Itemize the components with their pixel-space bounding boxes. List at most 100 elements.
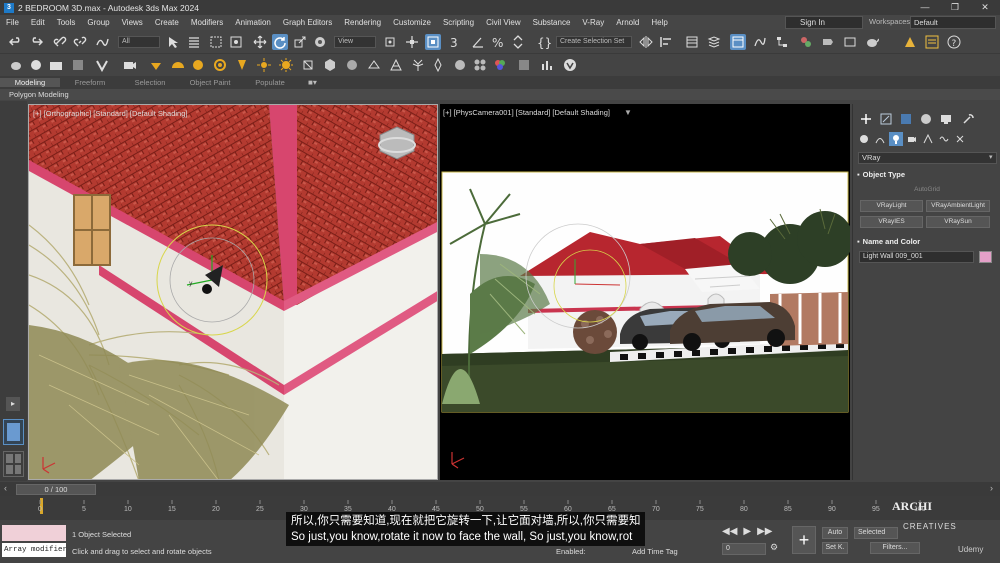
sky-icon[interactable] — [278, 57, 294, 73]
workspaces-select[interactable]: Default — [910, 16, 996, 29]
lights-icon[interactable] — [889, 132, 903, 146]
link-icon[interactable] — [52, 34, 68, 50]
time-slider-prev-icon[interactable]: ‹ — [4, 483, 7, 493]
redo-icon[interactable] — [28, 34, 44, 50]
bind-space-warp-icon[interactable] — [94, 34, 110, 50]
keyboard-shortcut-override-icon[interactable] — [425, 34, 441, 50]
schematic-view-icon[interactable] — [774, 34, 790, 50]
vray-toolbar-icon[interactable] — [902, 34, 918, 50]
selection-filter-dropdown[interactable]: All — [118, 36, 160, 48]
vray-mesh-icon[interactable] — [322, 57, 338, 73]
play-icon[interactable]: ▶ — [743, 526, 751, 537]
rendered-frame-window-icon[interactable] — [842, 34, 858, 50]
physical-camera-icon[interactable] — [122, 57, 138, 73]
autogrid-checkbox[interactable]: AutoGrid — [899, 184, 955, 196]
spinner-snap-icon[interactable] — [510, 34, 526, 50]
move-icon[interactable] — [252, 34, 268, 50]
scene-explorer-icon[interactable] — [684, 34, 700, 50]
vraylight-button[interactable]: VRayLight — [860, 200, 923, 212]
mirror-icon[interactable] — [638, 34, 654, 50]
time-slider-next-icon[interactable]: › — [990, 483, 993, 493]
polygon-modeling-label[interactable]: Polygon Modeling — [0, 90, 69, 99]
next-frame-icon[interactable]: ▶▶ — [757, 526, 772, 537]
display-tab-icon[interactable] — [939, 112, 953, 126]
tab-object-paint[interactable]: Object Paint — [180, 78, 240, 87]
scale-icon[interactable] — [292, 34, 308, 50]
layout-two-views-icon[interactable] — [3, 419, 24, 445]
vray-decal-icon[interactable] — [430, 57, 446, 73]
minimize-button[interactable]: — — [910, 0, 940, 15]
menu-group[interactable]: Group — [81, 18, 115, 27]
sun-icon[interactable] — [256, 57, 272, 73]
menu-help[interactable]: Help — [645, 18, 673, 27]
add-time-tag[interactable]: Add Time Tag — [632, 547, 678, 556]
utilities-tab-icon[interactable] — [961, 112, 975, 126]
create-tab-icon[interactable] — [859, 112, 873, 126]
reference-coordinate-dropdown[interactable]: View — [334, 36, 376, 48]
select-object-icon[interactable] — [165, 34, 181, 50]
time-slider[interactable]: ‹ 0 / 100 › — [0, 482, 1000, 496]
time-slider-handle[interactable]: 0 / 100 — [16, 484, 96, 495]
select-by-name-icon[interactable] — [186, 34, 202, 50]
menu-file[interactable]: File — [0, 18, 25, 27]
menu-customize[interactable]: Customize — [387, 18, 437, 27]
vray-clipper-icon[interactable] — [388, 57, 404, 73]
modify-tab-icon[interactable] — [879, 112, 893, 126]
time-config-icon[interactable]: ⚙ — [770, 542, 778, 553]
material-editor-icon[interactable] — [798, 34, 814, 50]
percent-snap-icon[interactable]: % — [490, 34, 506, 50]
create-selection-set-dropdown[interactable]: Create Selection Set — [556, 36, 632, 48]
vray-color-icon[interactable] — [492, 57, 508, 73]
frame-buffer-icon[interactable] — [70, 57, 86, 73]
dome-light-icon[interactable] — [170, 57, 186, 73]
sphere-light-icon[interactable] — [190, 57, 206, 73]
hierarchy-tab-icon[interactable] — [899, 112, 913, 126]
rectangle-selection-icon[interactable] — [208, 34, 224, 50]
render-setup-icon[interactable] — [820, 34, 836, 50]
menu-create[interactable]: Create — [149, 18, 185, 27]
help-icon[interactable]: ? — [946, 34, 962, 50]
cameras-icon[interactable] — [905, 132, 919, 146]
align-icon[interactable] — [658, 34, 674, 50]
rotate-icon[interactable] — [272, 34, 288, 50]
object-name-field[interactable]: Light Wall 009_001 — [859, 251, 974, 263]
vray-settings-icon[interactable] — [94, 57, 110, 73]
helpers-icon[interactable] — [921, 132, 935, 146]
viewport-camera[interactable]: [+] [PhysCamera001] [Standard] [Default … — [440, 104, 850, 480]
menu-animation[interactable]: Animation — [229, 18, 277, 27]
menu-rendering[interactable]: Rendering — [338, 18, 387, 27]
vray-plane-icon[interactable] — [366, 57, 382, 73]
render-region-icon[interactable] — [28, 57, 44, 73]
viewport-filter-icon[interactable]: ▼ — [624, 108, 632, 117]
menu-views[interactable]: Views — [116, 18, 149, 27]
viewport-left-label[interactable]: [+] [Orthographic] [Standard] [Default S… — [33, 109, 187, 118]
tab-selection[interactable]: Selection — [120, 78, 180, 87]
snaps-toggle-icon[interactable]: 3 — [448, 34, 464, 50]
vray-material-icon[interactable] — [452, 57, 468, 73]
lighting-analysis-icon[interactable] — [540, 57, 556, 73]
auto-key-button[interactable]: Auto — [822, 527, 848, 539]
menu-substance[interactable]: Substance — [527, 18, 577, 27]
menu-scripting[interactable]: Scripting — [437, 18, 480, 27]
vray-multimat-icon[interactable] — [472, 57, 488, 73]
object-color-swatch[interactable] — [979, 251, 992, 263]
shapes-icon[interactable] — [873, 132, 887, 146]
mesh-light-icon[interactable] — [212, 57, 228, 73]
geometry-icon[interactable] — [857, 132, 871, 146]
name-and-color-rollout[interactable]: ▪ Name and Color — [857, 236, 997, 247]
camera-icon[interactable] — [48, 57, 64, 73]
menu-modifiers[interactable]: Modifiers — [185, 18, 229, 27]
vrayambientlight-button[interactable]: VRayAmbientLight — [926, 200, 990, 212]
vray-light-icon[interactable] — [148, 57, 164, 73]
unlink-icon[interactable] — [72, 34, 88, 50]
tab-modeling[interactable]: Modeling — [0, 78, 60, 87]
key-filters-button[interactable]: Filters... — [870, 542, 920, 554]
vray-logo-icon[interactable] — [562, 57, 578, 73]
motion-tab-icon[interactable] — [919, 112, 933, 126]
vrayies-button[interactable]: VRayIES — [860, 216, 923, 228]
menu-vray[interactable]: V-Ray — [576, 18, 610, 27]
ies-light-icon[interactable] — [234, 57, 250, 73]
angle-snap-icon[interactable] — [470, 34, 486, 50]
layout-four-views-icon[interactable] — [3, 451, 24, 477]
proxy-icon[interactable] — [300, 57, 316, 73]
